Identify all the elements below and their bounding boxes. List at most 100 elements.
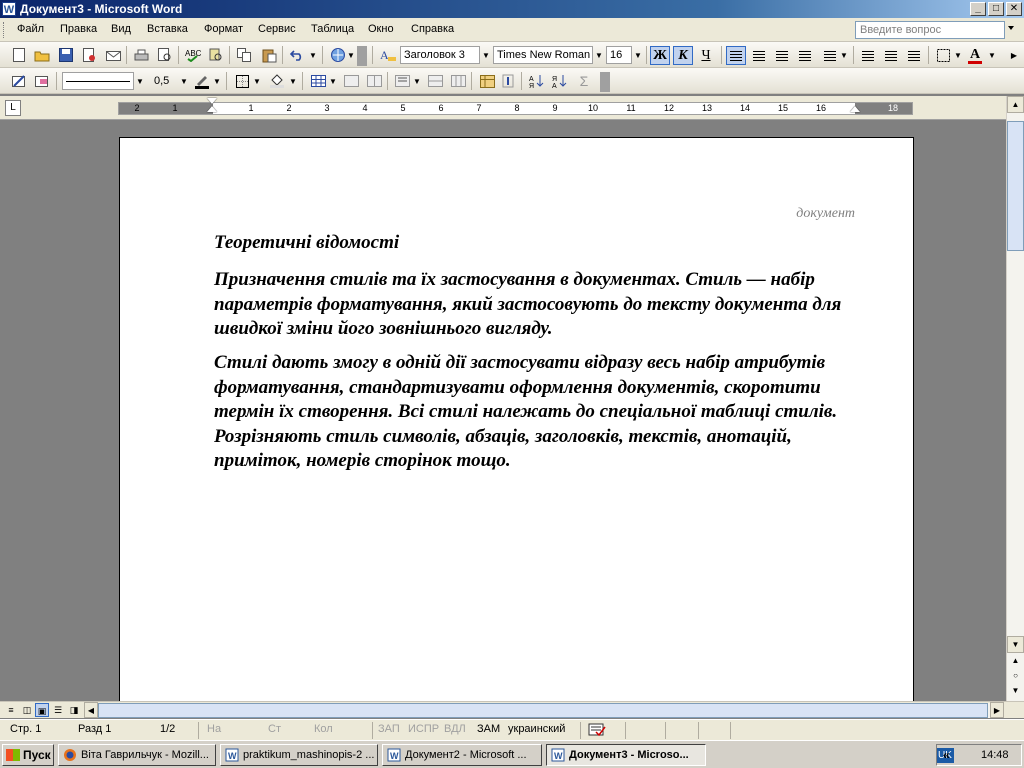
menu-window[interactable]: Окно: [368, 23, 394, 35]
taskbar-item-firefox[interactable]: Віта Гаврильчук - Mozill...: [58, 744, 216, 766]
borders-icon[interactable]: [934, 46, 952, 64]
eraser-icon[interactable]: [33, 72, 51, 90]
menu-insert[interactable]: Вставка: [147, 23, 188, 35]
print-icon[interactable]: [132, 46, 150, 64]
font-color-icon[interactable]: A: [966, 46, 984, 64]
italic-button[interactable]: К: [673, 46, 693, 65]
toolbar2-options-icon[interactable]: [600, 72, 610, 92]
undo-dropdown-icon[interactable]: ▼: [307, 46, 319, 64]
document-paragraph[interactable]: Призначення стилів та їх застосування в …: [214, 268, 864, 342]
status-extend[interactable]: ВДЛ: [444, 723, 466, 735]
toolbar-options-icon[interactable]: [357, 46, 367, 66]
minimize-button[interactable]: _: [970, 2, 986, 16]
ask-dropdown-icon[interactable]: [1008, 26, 1014, 30]
menu-view[interactable]: Вид: [111, 23, 131, 35]
distribute-columns-icon[interactable]: [449, 72, 467, 90]
scroll-right-icon[interactable]: ▶: [990, 702, 1004, 718]
menu-help[interactable]: Справка: [411, 23, 454, 35]
line-style-dropdown-icon[interactable]: ▼: [134, 72, 146, 90]
style-select[interactable]: Заголовок 3: [400, 46, 480, 64]
undo-icon[interactable]: [288, 46, 306, 64]
line-spacing-dropdown-icon[interactable]: ▼: [838, 46, 850, 64]
font-size-dropdown-icon[interactable]: ▼: [632, 46, 644, 64]
spelling-status-icon[interactable]: [588, 723, 606, 740]
style-dropdown-icon[interactable]: ▼: [480, 46, 492, 64]
font-dropdown-icon[interactable]: ▼: [593, 46, 605, 64]
outline-view-icon[interactable]: ☰: [51, 703, 65, 717]
taskbar-item-document2[interactable]: W Документ2 - Microsoft ...: [382, 744, 542, 766]
numbering-button[interactable]: [858, 46, 878, 65]
first-line-indent-marker[interactable]: [207, 98, 217, 104]
menu-tools[interactable]: Сервис: [258, 23, 296, 35]
vertical-scrollbar[interactable]: ▲ ▼ ▲ ○ ▼: [1006, 96, 1024, 701]
web-layout-icon[interactable]: ◫: [20, 703, 34, 717]
menu-table[interactable]: Таблица: [311, 23, 354, 35]
copy-icon[interactable]: [235, 46, 253, 64]
bold-button[interactable]: Ж: [650, 46, 670, 65]
sort-descending-icon[interactable]: ЯA: [551, 72, 569, 90]
shading-dropdown-icon[interactable]: ▼: [287, 72, 299, 90]
status-track-changes[interactable]: ИСПР: [408, 723, 439, 735]
insert-table-dropdown-icon[interactable]: ▼: [327, 72, 339, 90]
close-button[interactable]: ✕: [1006, 2, 1022, 16]
start-button[interactable]: Пуск: [2, 744, 54, 766]
tab-selector[interactable]: L: [5, 100, 21, 116]
align-center-button[interactable]: [749, 46, 769, 65]
taskbar-item-praktikum[interactable]: W praktikum_mashinopis-2 ...: [220, 744, 378, 766]
restore-button[interactable]: □: [988, 2, 1004, 16]
menubar-grip-icon[interactable]: [3, 22, 6, 38]
hyperlink-dropdown-icon[interactable]: ▼: [345, 46, 357, 64]
borders-dropdown-icon[interactable]: ▼: [952, 46, 964, 64]
merge-cells-icon[interactable]: [342, 72, 360, 90]
autosum-icon[interactable]: Σ: [575, 72, 593, 90]
font-size-select[interactable]: 16: [606, 46, 632, 64]
scroll-left-icon[interactable]: ◀: [84, 702, 98, 718]
align-right-button[interactable]: [772, 46, 792, 65]
email-icon[interactable]: [104, 46, 122, 64]
draw-table-icon[interactable]: [10, 72, 28, 90]
print-layout-icon[interactable]: ▣: [35, 703, 49, 717]
border-color-icon[interactable]: [193, 72, 211, 90]
insert-table-icon[interactable]: [309, 72, 327, 90]
cell-align-icon[interactable]: [393, 72, 411, 90]
font-color-dropdown-icon[interactable]: ▼: [986, 46, 998, 64]
outside-border-dropdown-icon[interactable]: ▼: [251, 72, 263, 90]
border-color-dropdown-icon[interactable]: ▼: [211, 72, 223, 90]
decrease-indent-button[interactable]: [904, 46, 924, 65]
permission-icon[interactable]: [80, 46, 98, 64]
distribute-rows-icon[interactable]: [426, 72, 444, 90]
tray-expand-icon[interactable]: «: [943, 748, 950, 762]
cell-align-dropdown-icon[interactable]: ▼: [411, 72, 423, 90]
split-cells-icon[interactable]: [365, 72, 383, 90]
status-record[interactable]: ЗАП: [378, 723, 400, 735]
document-heading[interactable]: Теоретичні відомості: [214, 232, 399, 254]
print-preview-icon[interactable]: [156, 46, 174, 64]
horizontal-ruler[interactable]: 2 1 1 2 3 4 5 6 7 8 9 10 11 12 13 14 15 …: [118, 102, 913, 115]
text-direction-icon[interactable]: [499, 72, 517, 90]
clock[interactable]: 14:48: [981, 749, 1009, 761]
shading-color-icon[interactable]: [268, 72, 286, 90]
paste-icon[interactable]: [260, 46, 278, 64]
hanging-indent-marker[interactable]: [207, 106, 217, 112]
toolbar-more-icon[interactable]: ▶: [1008, 46, 1020, 64]
line-weight-dropdown-icon[interactable]: ▼: [178, 72, 190, 90]
ask-question-input[interactable]: Введите вопрос: [855, 21, 1005, 39]
bullets-button[interactable]: [881, 46, 901, 65]
line-spacing-button[interactable]: [820, 46, 840, 65]
styles-pane-icon[interactable]: A: [379, 46, 397, 64]
scroll-up-icon[interactable]: ▲: [1007, 96, 1024, 113]
horizontal-scrollbar[interactable]: ◀ ▶: [84, 702, 1004, 718]
document-paragraph[interactable]: Стилі дають змогу в одній дії застосуват…: [214, 351, 864, 474]
right-indent-marker[interactable]: [850, 106, 860, 112]
save-icon[interactable]: [57, 46, 75, 64]
menu-edit[interactable]: Правка: [60, 23, 97, 35]
document-page[interactable]: документ Теоретичні відомості Призначенн…: [119, 137, 914, 701]
scroll-down-icon[interactable]: ▼: [1007, 636, 1024, 653]
open-icon[interactable]: [33, 46, 51, 64]
new-document-icon[interactable]: [10, 46, 28, 64]
status-language[interactable]: украинский: [508, 723, 565, 735]
status-overtype[interactable]: ЗАМ: [477, 723, 500, 735]
line-weight-select[interactable]: 0,5: [150, 72, 178, 90]
font-select[interactable]: Times New Roman: [493, 46, 593, 64]
horizontal-scroll-thumb[interactable]: [98, 703, 988, 718]
